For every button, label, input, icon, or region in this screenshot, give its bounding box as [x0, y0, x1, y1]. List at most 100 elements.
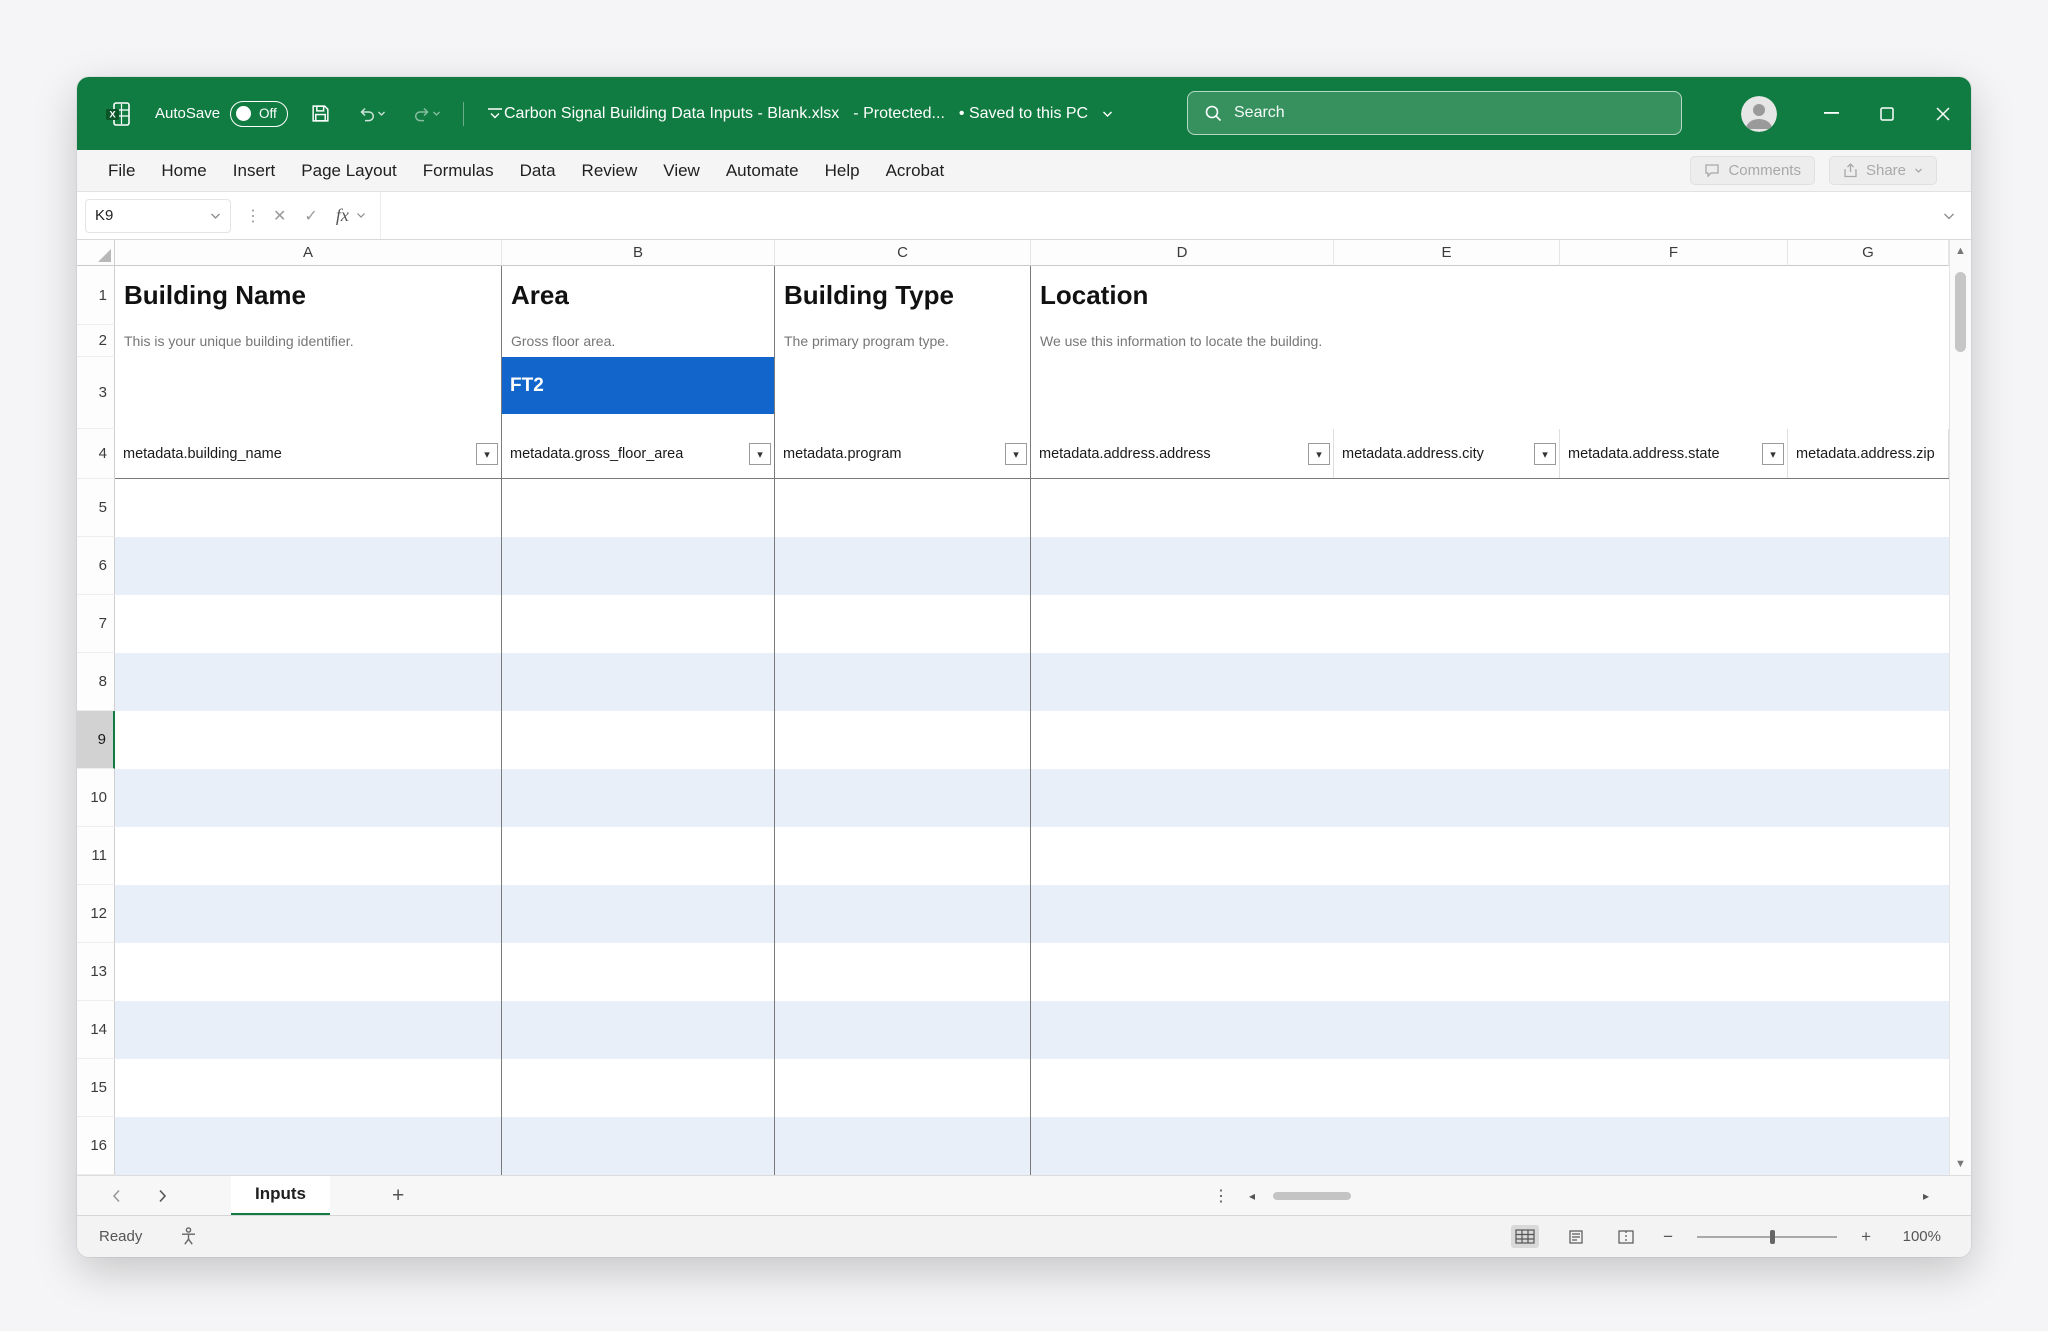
- autosave-toggle[interactable]: Off: [230, 101, 288, 127]
- view-page-break-icon[interactable]: [1613, 1225, 1639, 1249]
- cell-c4-field[interactable]: metadata.program ▾: [775, 429, 1031, 479]
- column-header-e[interactable]: E: [1334, 240, 1560, 266]
- cell-d1-location[interactable]: Location: [1031, 266, 1334, 325]
- row-header-12[interactable]: 12: [77, 885, 115, 943]
- column-header-a[interactable]: A: [115, 240, 502, 266]
- field-dropdown-b-icon[interactable]: ▾: [749, 443, 771, 465]
- saved-label[interactable]: • Saved to this PC: [959, 105, 1088, 123]
- field-dropdown-e-icon[interactable]: ▾: [1534, 443, 1556, 465]
- formula-options-icon[interactable]: ⋮: [245, 206, 261, 226]
- sheet-nav-right-icon[interactable]: [151, 1189, 173, 1203]
- zoom-in-icon[interactable]: +: [1861, 1227, 1871, 1247]
- row-header-5[interactable]: 5: [77, 479, 115, 537]
- share-button[interactable]: Share: [1829, 156, 1937, 185]
- data-row-5[interactable]: [115, 479, 1949, 537]
- hscroll-left-icon[interactable]: ◂: [1249, 1189, 1255, 1203]
- cell-b3-fill[interactable]: FT2: [502, 357, 775, 414]
- row-header-10[interactable]: 10: [77, 769, 115, 827]
- data-row-7[interactable]: [115, 595, 1949, 653]
- undo-button[interactable]: [353, 100, 390, 128]
- field-dropdown-c-icon[interactable]: ▾: [1005, 443, 1027, 465]
- cell-b2-description[interactable]: Gross floor area.: [502, 325, 775, 357]
- tab-review[interactable]: Review: [569, 161, 651, 181]
- saved-chevron-down-icon[interactable]: [1102, 110, 1113, 118]
- row-header-8[interactable]: 8: [77, 653, 115, 711]
- search-input[interactable]: [1234, 104, 1665, 122]
- tab-help[interactable]: Help: [812, 161, 873, 181]
- comments-button[interactable]: Comments: [1690, 156, 1815, 185]
- field-dropdown-f-icon[interactable]: ▾: [1762, 443, 1784, 465]
- view-page-layout-icon[interactable]: [1563, 1225, 1589, 1249]
- insert-function-icon[interactable]: fx: [336, 205, 349, 226]
- row-header-15[interactable]: 15: [77, 1059, 115, 1117]
- cell-g4-field[interactable]: metadata.address.zip: [1788, 429, 1949, 479]
- row-header-3[interactable]: 3: [77, 357, 115, 429]
- cell-f4-field[interactable]: metadata.address.state ▾: [1560, 429, 1788, 479]
- column-header-b[interactable]: B: [502, 240, 775, 266]
- column-header-d[interactable]: D: [1031, 240, 1334, 266]
- horizontal-scrollbar-thumb[interactable]: [1273, 1192, 1351, 1200]
- row-header-4[interactable]: 4: [77, 429, 115, 479]
- formula-bar-expand-icon[interactable]: [1943, 212, 1955, 220]
- field-dropdown-d-icon[interactable]: ▾: [1308, 443, 1330, 465]
- data-row-12[interactable]: [115, 885, 1949, 943]
- add-sheet-icon[interactable]: +: [392, 1184, 404, 1208]
- zoom-level[interactable]: 100%: [1895, 1228, 1941, 1245]
- column-header-c[interactable]: C: [775, 240, 1031, 266]
- tab-view[interactable]: View: [650, 161, 713, 181]
- view-normal-icon[interactable]: [1511, 1225, 1539, 1248]
- sheet-nav-left-icon[interactable]: [105, 1189, 127, 1203]
- field-dropdown-a-icon[interactable]: ▾: [476, 443, 498, 465]
- name-box-chevron-icon[interactable]: [210, 212, 221, 220]
- row-header-9-selected[interactable]: 9: [77, 711, 115, 769]
- zoom-slider[interactable]: [1697, 1236, 1837, 1238]
- data-row-10[interactable]: [115, 769, 1949, 827]
- cell-b4-field[interactable]: metadata.gross_floor_area ▾: [502, 429, 775, 479]
- cell-c1-building-type[interactable]: Building Type: [775, 266, 1031, 325]
- cell-b3[interactable]: FT2: [502, 357, 775, 429]
- cell-a2-description[interactable]: This is your unique building identifier.: [115, 325, 502, 357]
- sheet-tab-inputs[interactable]: Inputs: [231, 1176, 330, 1216]
- tab-automate[interactable]: Automate: [713, 161, 812, 181]
- fx-chevron-icon[interactable]: [356, 212, 366, 219]
- tab-file[interactable]: File: [95, 161, 148, 181]
- save-icon[interactable]: [306, 99, 335, 128]
- data-row-8[interactable]: [115, 653, 1949, 711]
- formula-input[interactable]: [381, 207, 1927, 224]
- scroll-up-icon[interactable]: ▲: [1950, 245, 1971, 257]
- maximize-button[interactable]: [1859, 77, 1915, 150]
- scroll-down-icon[interactable]: ▼: [1950, 1158, 1971, 1170]
- row-header-13[interactable]: 13: [77, 943, 115, 1001]
- cell-a4-field[interactable]: metadata.building_name ▾: [115, 429, 502, 479]
- row-header-11[interactable]: 11: [77, 827, 115, 885]
- hscroll-right-icon[interactable]: ▸: [1923, 1189, 1929, 1203]
- row-header-6[interactable]: 6: [77, 537, 115, 595]
- cell-b1-area[interactable]: Area: [502, 266, 775, 325]
- tab-formulas[interactable]: Formulas: [410, 161, 507, 181]
- tab-page-layout[interactable]: Page Layout: [288, 161, 409, 181]
- cell-c2-description[interactable]: The primary program type.: [775, 325, 1031, 357]
- data-row-13[interactable]: [115, 943, 1949, 1001]
- zoom-out-icon[interactable]: −: [1663, 1227, 1673, 1247]
- tab-data[interactable]: Data: [507, 161, 569, 181]
- data-row-11[interactable]: [115, 827, 1949, 885]
- data-row-14[interactable]: [115, 1001, 1949, 1059]
- row-header-7[interactable]: 7: [77, 595, 115, 653]
- data-row-6[interactable]: [115, 537, 1949, 595]
- user-avatar[interactable]: [1741, 96, 1777, 132]
- data-row-16[interactable]: [115, 1117, 1949, 1175]
- data-row-9[interactable]: [115, 711, 1949, 769]
- accessibility-icon[interactable]: [180, 1227, 197, 1246]
- tab-acrobat[interactable]: Acrobat: [873, 161, 958, 181]
- row-header-16[interactable]: 16: [77, 1117, 115, 1175]
- search-box[interactable]: [1187, 91, 1682, 135]
- close-button[interactable]: [1915, 77, 1971, 150]
- column-header-f[interactable]: F: [1560, 240, 1788, 266]
- vertical-scrollbar[interactable]: ▲ ▼: [1949, 240, 1971, 1175]
- enter-entry-icon[interactable]: ✓: [304, 206, 317, 226]
- tab-home[interactable]: Home: [148, 161, 219, 181]
- row-header-2[interactable]: 2: [77, 325, 115, 357]
- cell-e4-field[interactable]: metadata.address.city ▾: [1334, 429, 1560, 479]
- tab-insert[interactable]: Insert: [220, 161, 289, 181]
- name-box[interactable]: K9: [85, 199, 231, 233]
